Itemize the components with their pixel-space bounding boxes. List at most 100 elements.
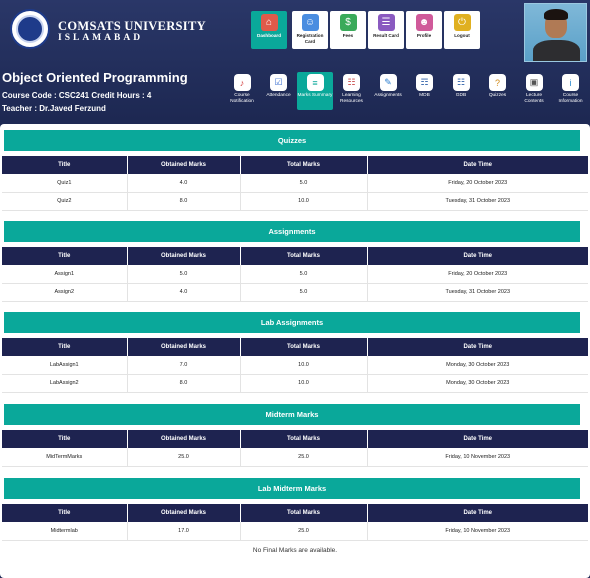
marks-content: No Final Marks are available. Quizzes Tit… — [0, 124, 590, 578]
course-nav-mdb[interactable]: ☶ MDB — [407, 72, 443, 110]
table-cell: Monday, 30 October 2023 — [367, 356, 588, 375]
topnav-profile[interactable]: ☻ Profile — [406, 11, 442, 49]
course-nav-course-information[interactable]: i Course Information — [553, 72, 589, 110]
course-nav-attendance[interactable]: ☑ Attendance — [261, 72, 297, 110]
table-row: LabAssign2 8.0 10.0 Monday, 30 October 2023 — [2, 374, 588, 393]
table-cell: Friday, 10 November 2023 — [367, 522, 588, 541]
section-header-lab-assignments: Lab Assignments — [4, 312, 580, 333]
table-cell: Monday, 30 October 2023 — [367, 374, 588, 393]
course-nav-label: Quizzes — [488, 93, 507, 98]
table-cell: Quiz1 — [2, 174, 128, 193]
column-header: Title — [2, 338, 128, 356]
logout-icon: ⏻ — [453, 14, 471, 31]
table-row: MidTermMarks 25.0 25.0 Friday, 10 November … — [2, 448, 588, 467]
topnav-registration-card[interactable]: ☺ Registration Card — [292, 11, 328, 49]
registration-card-icon: ☺ — [301, 14, 319, 31]
course-nav-assignments[interactable]: ✎ Assignments — [370, 72, 406, 110]
course-nav-learning-resources[interactable]: ☷ Learning Resources — [334, 72, 370, 110]
table-cell: LabAssign1 — [2, 356, 128, 375]
money-icon: $ — [339, 14, 357, 31]
table-row: LabAssign1 7.0 10.0 Monday, 30 October 2023 — [2, 356, 588, 375]
learning-resources-icon: ☷ — [343, 74, 360, 91]
table-cell: Friday, 20 October 2023 — [367, 174, 588, 193]
column-header: Obtained Marks — [127, 430, 241, 448]
table-cell: 5.0 — [240, 174, 368, 193]
course-nav-label: Lecture Contents — [524, 93, 544, 104]
column-header: Total Marks — [240, 338, 368, 356]
table-cell: 8.0 — [127, 374, 241, 393]
table-cell: Friday, 20 October 2023 — [367, 265, 588, 284]
course-nav-label: Course Information — [558, 93, 583, 104]
column-header: Title — [2, 156, 128, 174]
header: COMSATS UNIVERSITY ISLAMABAD Object Orie… — [0, 0, 590, 120]
table-row: Quiz1 4.0 5.0 Friday, 20 October 2023 — [2, 174, 588, 193]
column-header: Total Marks — [240, 156, 368, 174]
topnav-logout[interactable]: ⏻ Logout — [444, 11, 480, 49]
column-header: Date Time — [367, 504, 588, 522]
topnav-label: Result Card — [373, 33, 399, 38]
table-cell: 25.0 — [240, 448, 368, 467]
course-nav-quizzes[interactable]: ? Quizzes — [480, 72, 516, 110]
marks-table: Title Obtained Marks Total Marks Date Time M… — [2, 504, 588, 541]
table-cell: MidTermMarks — [2, 448, 128, 467]
table-cell: 17.0 — [127, 522, 241, 541]
course-nav-course-notification[interactable]: ♪ Course Notification — [224, 72, 260, 110]
topnav-fees[interactable]: $ Fees — [330, 11, 366, 49]
table-cell: Quiz2 — [2, 192, 128, 211]
column-header: Date Time — [367, 247, 588, 265]
course-nav-label: GDB — [455, 93, 467, 98]
course-nav-label: Assignments — [374, 93, 402, 98]
table-cell: 25.0 — [127, 448, 241, 467]
column-header: Date Time — [367, 338, 588, 356]
course-nav-label: Course Notification — [230, 93, 254, 104]
profile-photo — [524, 3, 587, 62]
lecture-contents-icon: ▣ — [525, 74, 543, 91]
assignments-icon: ✎ — [379, 74, 397, 91]
marks-table: Title Obtained Marks Total Marks Date Time Q… — [2, 156, 588, 211]
mdb-icon: ☶ — [416, 74, 433, 91]
table-cell: 5.0 — [240, 283, 368, 302]
table-cell: 7.0 — [127, 356, 241, 375]
topnav-result-card[interactable]: ☰ Result Card — [368, 11, 404, 49]
house-icon: ⌂ — [260, 14, 278, 31]
marks-table: Title Obtained Marks Total Marks Date Time M… — [2, 430, 588, 467]
table-cell: Tuesday, 31 October 2023 — [367, 283, 588, 302]
course-navigation: ♪ Course Notification ☑ Attendance ≡ Marks Su… — [224, 72, 589, 110]
column-header: Total Marks — [240, 504, 368, 522]
topnav-dashboard[interactable]: ⌂ Dashboard — [251, 11, 287, 49]
course-nav-marks-summary[interactable]: ≡ Marks Summary — [297, 72, 333, 110]
topnav-label: Logout — [454, 33, 470, 38]
topnav-label: Fees — [342, 33, 354, 38]
university-name: COMSATS UNIVERSITY — [58, 19, 206, 33]
table-cell: 5.0 — [240, 265, 368, 284]
course-nav-label: Learning Resources — [340, 93, 363, 104]
course-title: Object Oriented Programming — [2, 70, 188, 85]
top-navigation: ⌂ Dashboard ☺ Registration Card $ Fees ☰ Result… — [251, 11, 480, 49]
table-cell: 4.0 — [127, 174, 241, 193]
table-cell: 5.0 — [127, 265, 241, 284]
marks-table: Title Obtained Marks Total Marks Date Time L… — [2, 338, 588, 393]
column-header: Title — [2, 504, 128, 522]
section-header-lab-midterm-marks: Lab Midterm Marks — [4, 478, 580, 499]
table-cell: 10.0 — [240, 374, 368, 393]
table-row: Quiz2 8.0 10.0 Tuesday, 31 October 2023 — [2, 192, 588, 211]
university-city: ISLAMABAD — [58, 33, 144, 43]
topnav-label: Dashboard — [257, 33, 281, 38]
table-row: Assign1 5.0 5.0 Friday, 20 October 2023 — [2, 265, 588, 284]
course-teacher: Teacher : Dr.Javed Ferzund — [2, 104, 106, 113]
gdb-icon: ☷ — [452, 74, 470, 91]
person-icon: ☻ — [415, 14, 433, 31]
topnav-label: Profile — [416, 33, 432, 38]
info-icon: i — [562, 74, 579, 91]
section-header-quizzes: Quizzes — [4, 130, 580, 151]
course-nav-label: Marks Summary — [297, 93, 333, 98]
course-nav-lecture-contents[interactable]: ▣ Lecture Contents — [516, 72, 552, 110]
course-nav-label: MDB — [419, 93, 430, 98]
no-final-marks-message: No Final Marks are available. — [252, 547, 338, 554]
column-header: Obtained Marks — [127, 247, 241, 265]
course-meta: Course Code : CSC241 Credit Hours : 4 — [2, 91, 152, 100]
table-cell: 4.0 — [127, 283, 241, 302]
course-nav-gdb[interactable]: ☷ GDB — [443, 72, 479, 110]
column-header: Date Time — [367, 156, 588, 174]
column-header: Total Marks — [240, 247, 368, 265]
